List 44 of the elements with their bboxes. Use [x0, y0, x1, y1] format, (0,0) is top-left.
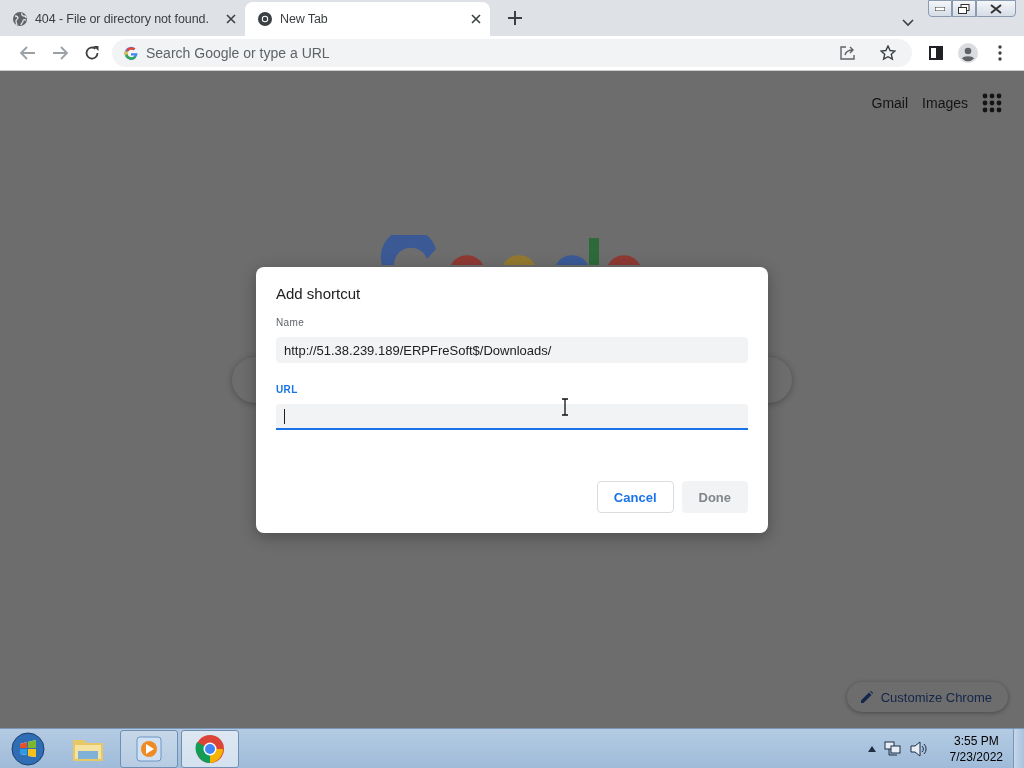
apps-grid-icon[interactable]: [982, 93, 1002, 113]
star-icon: [880, 45, 896, 61]
close-icon[interactable]: [470, 13, 482, 25]
cancel-button[interactable]: Cancel: [596, 481, 674, 513]
media-player-icon: [135, 734, 163, 763]
network-icon[interactable]: [883, 740, 902, 757]
minimize-icon: [935, 6, 945, 11]
pencil-icon: [860, 691, 873, 703]
browser-logo-icon: [257, 11, 273, 27]
close-icon[interactable]: [225, 13, 237, 25]
start-button-icon[interactable]: [11, 731, 45, 766]
triangle-up-icon[interactable]: [867, 745, 876, 752]
text-field[interactable]: http://51.38.239.189/ERPFreSoft$/Downloads/: [276, 337, 748, 363]
person-icon: [958, 43, 978, 63]
clock-date[interactable]: 7/23/2022: [949, 749, 1003, 764]
menu-icon: [998, 45, 1002, 61]
back-arrow-icon: [20, 46, 36, 60]
tab-title: New Tab: [280, 12, 329, 26]
field-label: Name: [276, 317, 305, 328]
browser-tab[interactable]: New Tab: [245, 2, 490, 36]
tab-title: 404 - File or directory not found.: [35, 12, 210, 26]
plus-icon: [508, 11, 522, 25]
dialog-title: Add shortcut: [276, 285, 362, 302]
browser-tab[interactable]: 404 - File or directory not found.: [0, 4, 245, 34]
browser-logo-icon: [195, 733, 225, 764]
clock-time[interactable]: 3:55 PM: [953, 733, 999, 748]
search-engine-logo-icon: [124, 46, 138, 60]
side-panel-icon: [929, 46, 943, 60]
reload-icon: [84, 45, 100, 61]
restore-icon: [958, 3, 970, 14]
taskbar-app-button[interactable]: [181, 729, 239, 768]
field-label: URL: [276, 384, 298, 395]
share-icon: [840, 46, 856, 60]
restore-button[interactable]: [952, 0, 976, 17]
close-window-button[interactable]: [976, 0, 1016, 17]
text-cursor-icon: [561, 398, 569, 416]
close-icon: [990, 3, 1002, 14]
globe-icon: [12, 11, 28, 27]
header-link[interactable]: Images: [922, 95, 968, 111]
header-link[interactable]: Gmail: [871, 95, 909, 111]
address-bar[interactable]: Search Google or type a URL: [112, 39, 912, 67]
volume-icon[interactable]: [909, 740, 928, 757]
chevron-down-icon[interactable]: [902, 19, 914, 27]
forward-arrow-icon: [52, 46, 68, 60]
